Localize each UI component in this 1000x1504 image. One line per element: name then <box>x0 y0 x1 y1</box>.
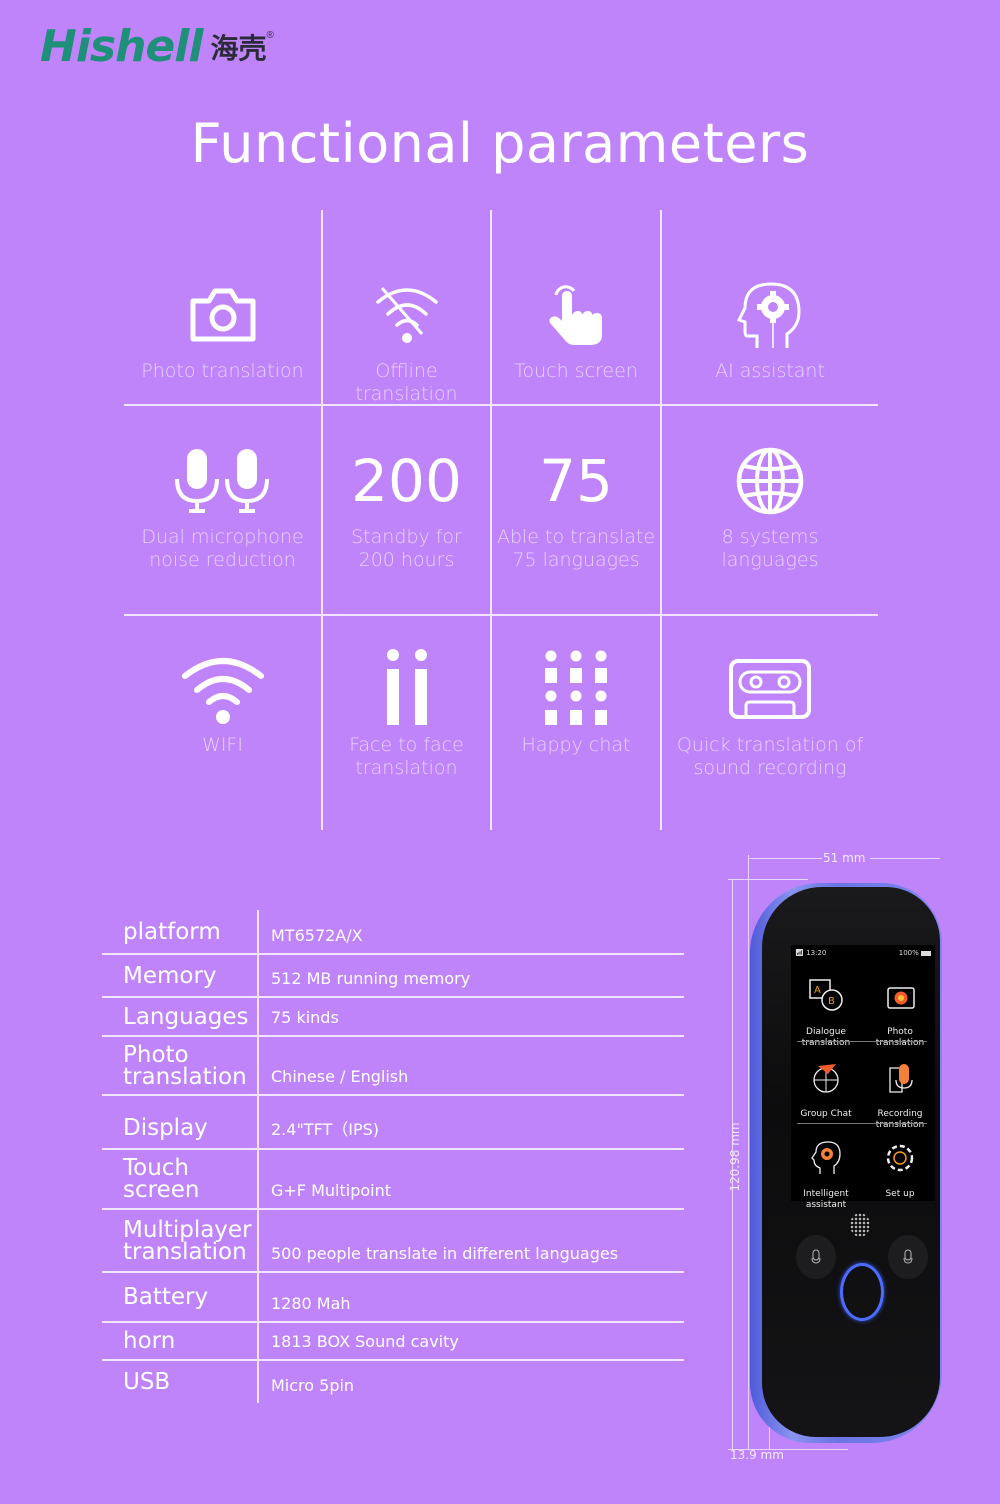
spec-value: MT6572A/X <box>271 926 363 945</box>
status-bar: 📶︎ 13:20 100% <box>795 949 931 957</box>
spec-key: platform <box>102 910 259 953</box>
app-intelligent-assistant[interactable]: Intelligent assistant <box>791 1129 861 1211</box>
feature-touch-screen: Touch screen <box>492 270 660 383</box>
microphone-icon <box>903 1249 913 1264</box>
table-row: Languages 75 kinds <box>102 998 684 1037</box>
divider <box>797 1123 927 1124</box>
status-time: 📶︎ 13:20 <box>795 949 827 957</box>
feature-grid: Photo translation Offline translation To… <box>124 210 878 830</box>
face-to-face-icon <box>385 644 429 734</box>
app-recording-translation[interactable]: Recording translation <box>865 1049 935 1131</box>
settings-gear-icon <box>886 1144 914 1172</box>
spec-value: 512 MB running memory <box>271 969 471 988</box>
svg-text:B: B <box>828 996 835 1007</box>
height-dimension: 120.98 mm <box>728 1122 742 1192</box>
spec-key: Touch screen <box>102 1150 259 1208</box>
depth-dimension: 13.9 mm <box>730 1448 784 1462</box>
registered-mark: ® <box>266 30 274 41</box>
table-row: Photo translation Chinese / English <box>102 1037 684 1096</box>
cassette-icon <box>728 644 812 734</box>
spec-value: Chinese / English <box>271 1067 409 1086</box>
spec-key: Photo translation <box>102 1037 259 1094</box>
speaker-grille <box>850 1213 870 1237</box>
feature-photo-translation: Photo translation <box>124 270 321 383</box>
app-dialogue-translation[interactable]: AB Dialogue translation <box>791 967 861 1049</box>
app-group-chat[interactable]: Group Chat <box>791 1049 861 1120</box>
dimension-line <box>870 858 940 859</box>
feature-face-to-face: Face to face translation <box>323 644 490 780</box>
camera-icon <box>189 270 257 360</box>
battery-icon <box>921 950 931 956</box>
dimension-line <box>728 879 808 880</box>
specs-table: platform MT6572A/X Memory 512 MB running… <box>102 910 684 1403</box>
intelligent-head-icon <box>811 1141 841 1174</box>
app-setup[interactable]: Set up <box>865 1129 935 1200</box>
spec-key: Languages <box>102 998 259 1035</box>
mic-button-left[interactable] <box>796 1235 836 1279</box>
wifi-off-icon <box>372 270 442 360</box>
dual-microphone-icon <box>173 436 273 526</box>
table-row: Memory 512 MB running memory <box>102 955 684 998</box>
dialogue-icon: AB <box>809 979 843 1011</box>
grid-divider <box>124 614 878 616</box>
spec-value: 2.4"TFT（IPS) <box>271 1120 380 1139</box>
brand-name: Hishell <box>40 21 203 72</box>
people-grid-icon <box>545 644 607 734</box>
brand-name-cn: 海壳 <box>210 32 267 65</box>
spec-key: USB <box>102 1361 259 1403</box>
home-button[interactable] <box>840 1263 884 1321</box>
device-screen: 📶︎ 13:20 100% AB Dialogue translation Ph… <box>791 945 935 1210</box>
svg-text:A: A <box>814 985 821 996</box>
standby-number: 200 <box>351 447 462 515</box>
wifi-icon <box>181 644 265 734</box>
microphone-icon <box>811 1249 821 1264</box>
dimension-line <box>748 858 822 859</box>
feature-dual-microphone: Dual microphone noise reduction <box>124 436 321 572</box>
spec-value: 1280 Mah <box>271 1294 351 1313</box>
languages-number: 75 <box>539 447 613 515</box>
recording-mic-icon <box>889 1064 913 1093</box>
feature-wifi: WIFI <box>124 644 321 757</box>
table-row: Battery 1280 Mah <box>102 1273 684 1323</box>
dimension-line <box>748 855 749 1449</box>
spec-key: Multiplayer translation <box>102 1210 259 1271</box>
brand-logo: Hishell 海壳 ® <box>40 22 274 72</box>
feature-languages: 75 Able to translate 75 languages <box>496 447 656 571</box>
divider <box>797 1041 927 1042</box>
spec-key: horn <box>102 1323 259 1359</box>
grid-divider <box>124 404 878 406</box>
table-row: horn 1813 BOX Sound cavity <box>102 1323 684 1361</box>
spec-value: G+F Multipoint <box>271 1181 392 1200</box>
ai-head-gear-icon <box>737 270 803 360</box>
spec-key: Display <box>102 1096 259 1148</box>
spec-key: Memory <box>102 955 259 996</box>
touch-hand-icon <box>546 270 606 360</box>
table-row: Touch screen G+F Multipoint <box>102 1150 684 1210</box>
table-row: platform MT6572A/X <box>102 910 684 955</box>
feature-ai-assistant: AI assistant <box>662 270 878 383</box>
spec-key: Battery <box>102 1273 259 1321</box>
spec-value: 75 kinds <box>271 1008 339 1027</box>
feature-happy-chat: Happy chat <box>492 644 660 757</box>
status-battery: 100% <box>899 949 931 957</box>
photo-camera-icon <box>887 987 915 1009</box>
feature-system-languages: 8 systems languages <box>662 436 878 572</box>
spec-value: 500 people translate in different langua… <box>271 1244 619 1263</box>
device-illustration: 51 mm 120.98 mm 13.9 mm 📶︎ 13:20 100% AB… <box>720 845 960 1475</box>
table-row: Multiplayer translation 500 people trans… <box>102 1210 684 1273</box>
spec-value: Micro 5pin <box>271 1376 355 1395</box>
app-photo-translation[interactable]: Photo translation <box>865 967 935 1049</box>
feature-sound-recording: Quick translation of sound recording <box>662 644 878 780</box>
spec-value: 1813 BOX Sound cavity <box>271 1332 459 1351</box>
group-chat-globe-icon <box>813 1064 839 1093</box>
table-row: USB Micro 5pin <box>102 1361 684 1403</box>
feature-offline-translation: Offline translation <box>323 270 490 406</box>
page-title: Functional parameters <box>190 112 810 175</box>
width-dimension: 51 mm <box>823 851 866 865</box>
globe-icon <box>735 436 805 526</box>
feature-standby: 200 Standby for 200 hours <box>351 447 462 571</box>
mic-button-right[interactable] <box>888 1235 928 1279</box>
table-row: Display 2.4"TFT（IPS) <box>102 1096 684 1150</box>
